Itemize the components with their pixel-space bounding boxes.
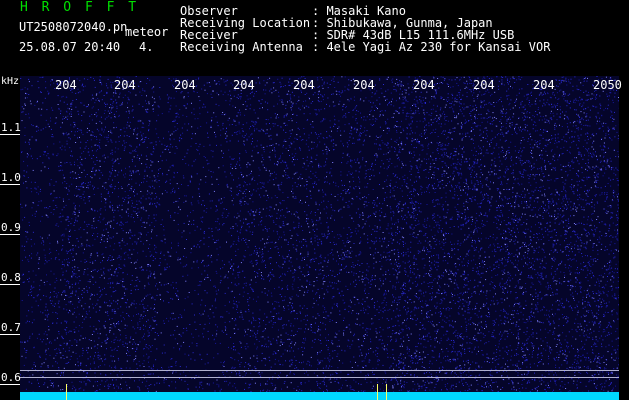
- date-time: 25.08.07 20:40: [19, 40, 121, 54]
- y-tick-label: 0.8: [1, 271, 21, 284]
- y-tick-label: 0.6: [1, 371, 21, 384]
- y-axis-unit: kHz: [1, 76, 20, 87]
- antenna-label: Receiving Antenna: [180, 40, 303, 54]
- noise-field: [20, 76, 619, 400]
- x-tick-label: 204: [174, 78, 196, 92]
- file-name: UT2508072040.pn: [19, 20, 128, 34]
- y-tick-label: 0.7: [1, 321, 21, 334]
- sub-label: 4.: [139, 40, 154, 54]
- x-tick-label: 2050: [593, 78, 622, 92]
- x-tick-label: 204: [293, 78, 315, 92]
- x-tick-label: 204: [353, 78, 375, 92]
- x-tick-label: 204: [533, 78, 555, 92]
- y-tick-mark: [0, 234, 20, 235]
- x-tick-label: 204: [233, 78, 255, 92]
- y-tick-label: 0.9: [1, 221, 21, 234]
- signal-trace: [20, 392, 619, 400]
- meteor-tag: meteor: [125, 25, 169, 39]
- y-tick-mark: [0, 134, 20, 135]
- spectrogram-plot[interactable]: [20, 76, 619, 400]
- x-tick-label: 204: [114, 78, 136, 92]
- event-marker: [386, 384, 387, 400]
- guide-line-lower: [20, 377, 619, 378]
- antenna-value: : 4ele Yagi Az 230 for Kansai VOR: [312, 40, 551, 54]
- x-tick-label: 204: [55, 78, 77, 92]
- app-title: H R O F F T: [20, 0, 140, 15]
- guide-line-upper: [20, 370, 619, 371]
- y-tick-mark: [0, 184, 20, 185]
- header-panel: H R O F F T UT2508072040.pn meteor 25.08…: [0, 0, 629, 76]
- x-tick-label: 204: [413, 78, 435, 92]
- y-tick-label: 1.1: [1, 121, 21, 134]
- y-tick-mark: [0, 384, 20, 385]
- y-tick-mark: [0, 284, 20, 285]
- event-marker: [66, 384, 67, 400]
- x-tick-label: 204: [473, 78, 495, 92]
- event-marker: [377, 384, 378, 400]
- y-tick-label: 1.0: [1, 171, 21, 184]
- y-tick-mark: [0, 334, 20, 335]
